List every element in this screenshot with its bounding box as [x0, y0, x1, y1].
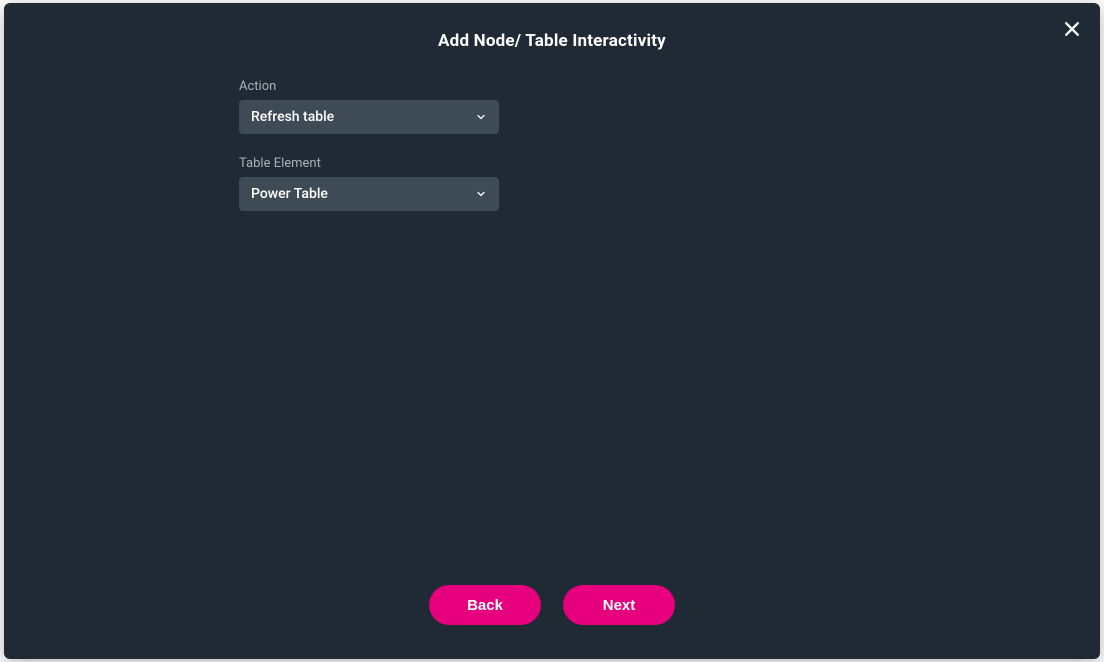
form-group-table-element: Table Element Power Table: [239, 156, 1080, 211]
form-group-action: Action Refresh table: [239, 79, 1080, 134]
table-element-label: Table Element: [239, 156, 1080, 171]
modal-dialog: Add Node/ Table Interactivity Action Ref…: [4, 3, 1100, 659]
close-icon: [1062, 19, 1082, 43]
modal-header: Add Node/ Table Interactivity: [4, 3, 1100, 69]
action-label: Action: [239, 79, 1080, 94]
next-button[interactable]: Next: [563, 585, 675, 625]
back-button[interactable]: Back: [429, 585, 541, 625]
table-element-select[interactable]: Power Table: [239, 177, 499, 211]
modal-footer: Back Next: [4, 567, 1100, 659]
action-select[interactable]: Refresh table: [239, 100, 499, 134]
modal-body: Action Refresh table Table Element Power…: [4, 69, 1100, 567]
modal-title: Add Node/ Table Interactivity: [24, 31, 1080, 51]
close-button[interactable]: [1058, 17, 1086, 45]
table-element-select-value: Power Table: [239, 177, 499, 211]
action-select-value: Refresh table: [239, 100, 499, 134]
